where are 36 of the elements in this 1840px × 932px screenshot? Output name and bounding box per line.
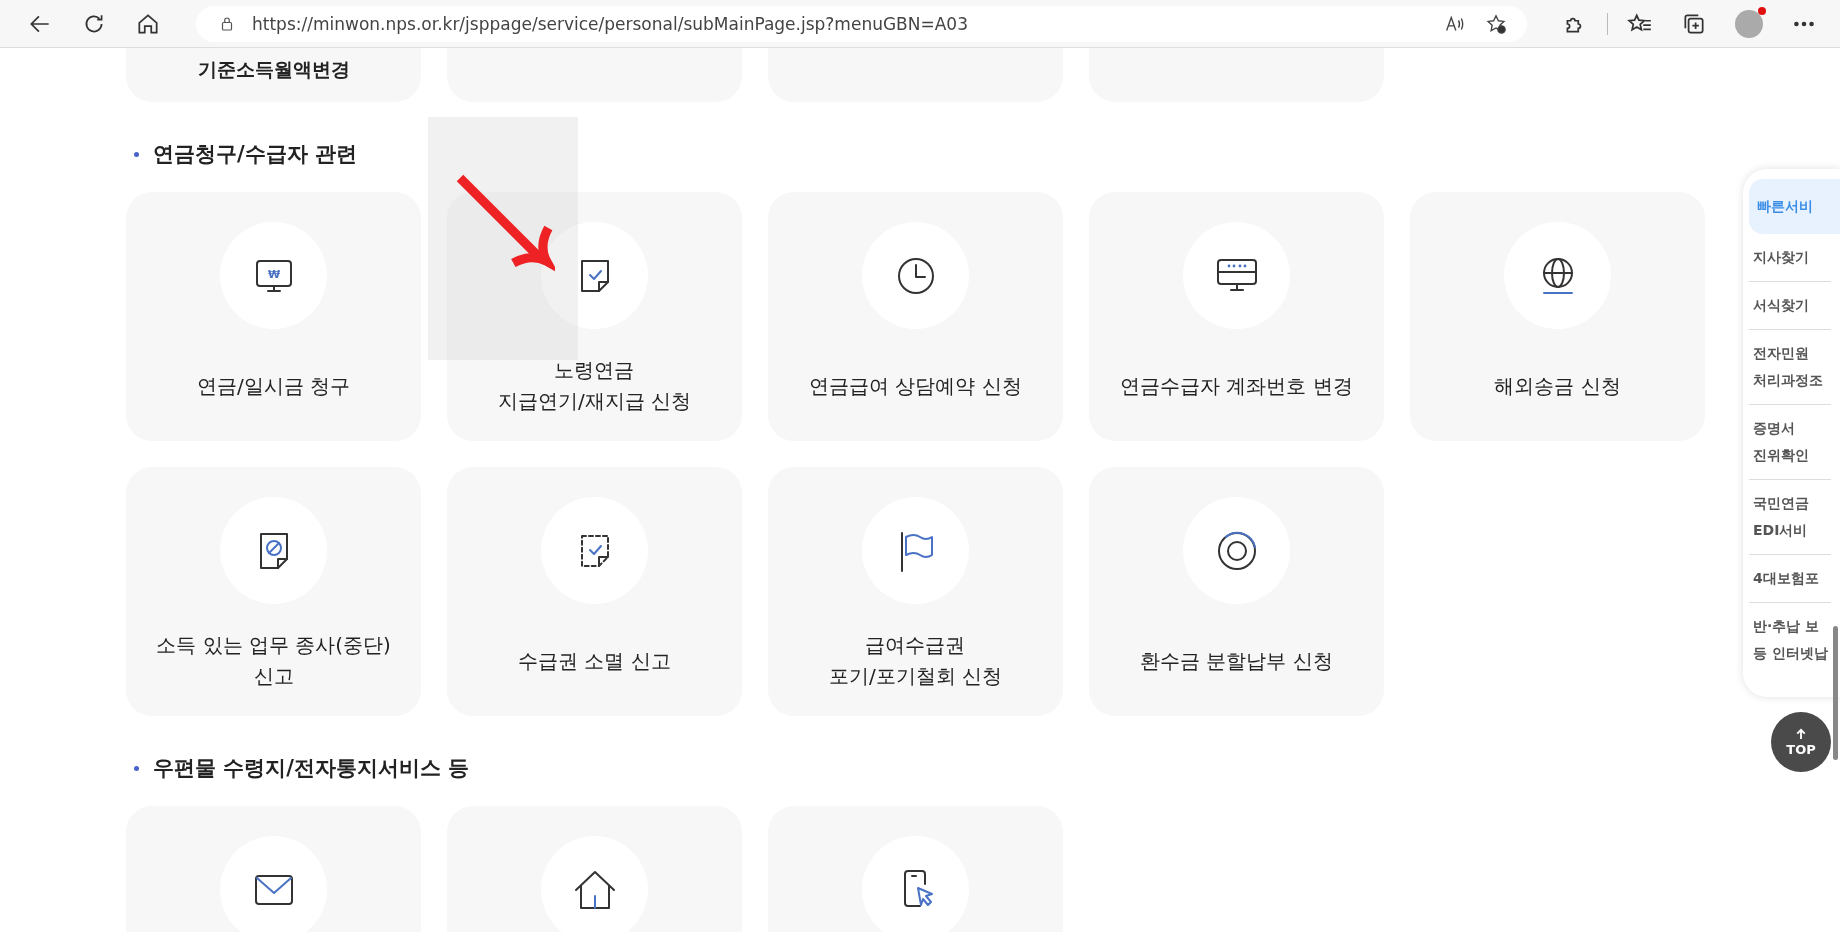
url-text: https://minwon.nps.or.kr/jsppage/service/personal/subMainPage.jsp?menuGBN=A03	[252, 13, 968, 34]
service-card[interactable]: 환수금 분할납부 신청	[1089, 467, 1384, 716]
quick-menu-item[interactable]: 반·추납 보 등 인터넷납	[1749, 603, 1831, 677]
card-label: 해외송금 신청	[1494, 372, 1621, 400]
quick-menu-item[interactable]: 서식찾기	[1749, 282, 1831, 330]
add-favorite-icon[interactable]	[1485, 12, 1507, 35]
quick-menu-item[interactable]: 전자민원 처리과정조	[1749, 330, 1831, 405]
quick-menu-item[interactable]: 4대보험포	[1749, 555, 1831, 603]
up-arrow-icon	[1796, 727, 1806, 740]
service-card[interactable]: 해외송금 신청	[1410, 192, 1705, 441]
service-card[interactable]: 수급권 소멸 신고	[447, 467, 742, 716]
service-card[interactable]: 연금수급자 계좌번호 변경	[1089, 192, 1384, 441]
card-label: 환수금 분할납부 신청	[1140, 647, 1333, 675]
card-label: 급여수급권 포기/포기철회 신청	[828, 632, 1003, 690]
card-label: 연금/일시금 청구	[196, 372, 351, 400]
card-label: 소득 있는 업무 종사(중단) 신고	[156, 632, 391, 690]
service-card[interactable]: 소득 있는 업무 종사(중단) 신고	[126, 467, 421, 716]
scrollbar-thumb[interactable]	[1833, 626, 1838, 760]
quick-menu-item[interactable]: 지사찾기	[1749, 234, 1831, 282]
service-card[interactable]: 연금급여 상담예약 신청	[768, 192, 1063, 441]
card-label: 기준소득월액변경	[197, 57, 350, 82]
service-card[interactable]: 노령연금 지급연기/재지급 신청	[447, 192, 742, 441]
card-label: 연금급여 상담예약 신청	[809, 372, 1022, 400]
address-bar[interactable]: https://minwon.nps.or.kr/jsppage/service/personal/subMainPage.jsp?menuGBN=A03	[196, 5, 1527, 42]
quick-menu-item[interactable]: 증명서 진위확인	[1749, 405, 1831, 480]
quick-menu-item[interactable]: 국민연금 EDI서비	[1749, 480, 1831, 555]
scroll-top-button[interactable]: TOP	[1771, 712, 1831, 772]
card-label: 수급권 소멸 신고	[518, 647, 671, 675]
card-label: 노령연금 지급연기/재지급 신청	[497, 357, 692, 415]
card-label: 연금수급자 계좌번호 변경	[1120, 372, 1353, 400]
service-card[interactable]: 기준소득월액변경	[126, 48, 421, 102]
service-card[interactable]: 급여수급권 포기/포기철회 신청	[768, 467, 1063, 716]
profile-avatar[interactable]	[1735, 9, 1763, 38]
service-card[interactable]: ₩ 연금/일시금 청구	[126, 192, 421, 441]
section-heading: 연금청구/수급자 관련	[153, 141, 357, 168]
section-heading: 우편물 수령지/전자통지서비스 등	[153, 755, 470, 782]
